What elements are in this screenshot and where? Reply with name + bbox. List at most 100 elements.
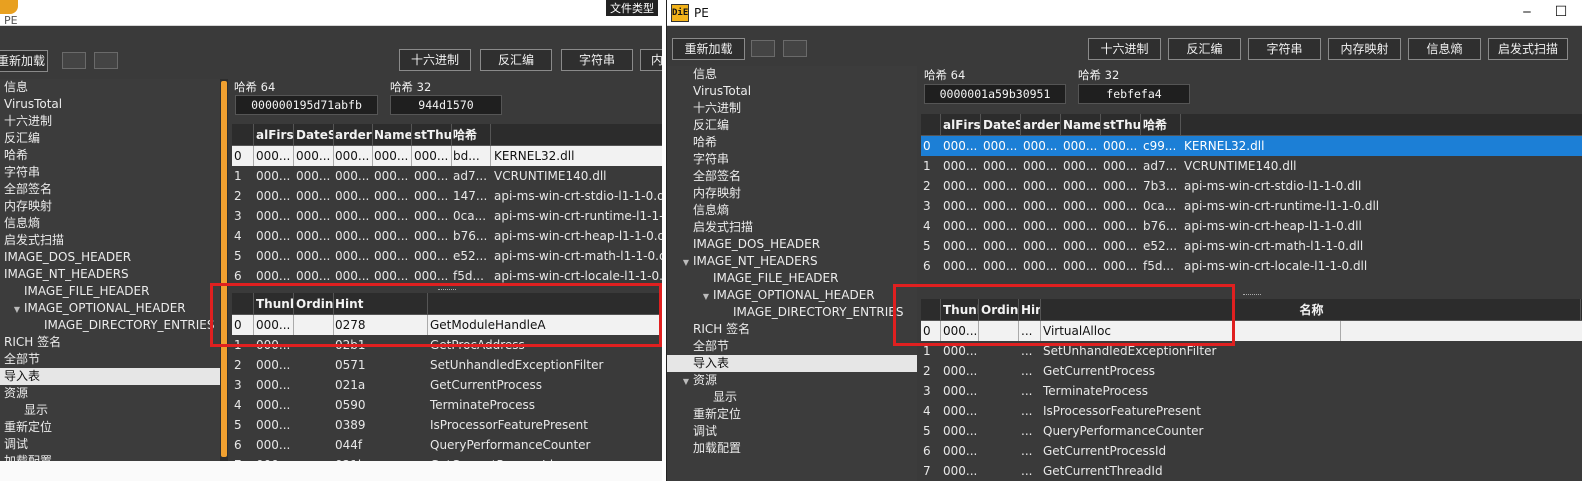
disasm-button[interactable]: 反汇编 xyxy=(1168,38,1241,60)
table-row[interactable]: 0 000...... VirtualAlloc xyxy=(921,321,1582,341)
column-header[interactable] xyxy=(232,293,254,315)
hash32-field[interactable]: febfefa4 xyxy=(1078,84,1190,104)
column-header[interactable]: Hin xyxy=(1019,299,1041,321)
tree-item[interactable]: 显示 xyxy=(0,402,220,419)
column-header[interactable]: DateS xyxy=(981,114,1021,136)
minimize-icon[interactable]: ‒ xyxy=(1516,2,1538,22)
column-header[interactable]: arderC xyxy=(1021,114,1061,136)
table-row[interactable]: 3 000... 021a GetCurrentProcess xyxy=(232,375,662,395)
tree-item[interactable]: 内存映射 xyxy=(667,185,917,202)
column-header[interactable]: Ordina xyxy=(979,299,1019,321)
tree-item[interactable]: 全部节 xyxy=(0,351,220,368)
tree-item[interactable]: 内存映射 xyxy=(0,198,220,215)
tree-item[interactable]: VirusTotal xyxy=(0,96,220,113)
column-header[interactable]: Hint xyxy=(333,293,428,315)
tree-item[interactable]: 十六进制 xyxy=(0,113,220,130)
memmap-button[interactable]: 内 xyxy=(640,49,662,71)
tree-item[interactable]: 哈希 xyxy=(0,147,220,164)
toolbar-blank-button-2[interactable] xyxy=(94,52,118,69)
right-dll-table[interactable]: alFirstDateSarderCNamestThu哈希 0 000... 000.… xyxy=(921,114,1582,278)
tree-item[interactable]: 调试 xyxy=(667,423,917,440)
tree-item[interactable]: ▼ IMAGE_OPTIONAL_HEADER xyxy=(0,300,220,317)
tree-item[interactable]: 导入表 xyxy=(667,355,917,372)
column-header[interactable]: 哈希 xyxy=(1141,114,1181,136)
table-row[interactable]: 4 000... 000... 000... 000... 000... b76... api… xyxy=(232,226,662,246)
memmap-button[interactable]: 内存映射 xyxy=(1328,38,1401,60)
table-row[interactable]: 5 000... 000... 000... 000... 000... e52... api… xyxy=(232,246,662,266)
tree-item[interactable]: 重新定位 xyxy=(0,419,220,436)
toolbar-blank-button-2[interactable] xyxy=(783,40,807,57)
tree-item[interactable]: IMAGE_DIRECTORY_ENTRIES xyxy=(0,317,220,334)
table-row[interactable]: 4 000... 0590 TerminateProcess xyxy=(232,395,662,415)
table-row[interactable]: 1 000... 000... 000... 000... 000... ad7... VCR… xyxy=(921,156,1582,176)
table-row[interactable]: 4 000...... IsProcessorFeaturePresent xyxy=(921,401,1582,421)
column-header[interactable]: Ordina xyxy=(294,293,334,315)
collapse-arrow-icon[interactable]: ▼ xyxy=(679,254,693,271)
column-header[interactable]: Thunk xyxy=(254,293,294,315)
table-row[interactable]: 6 000... 000... 000... 000... 000... f5d... api… xyxy=(232,266,662,286)
tree-item[interactable]: RICH 签名 xyxy=(0,334,220,351)
tree-item[interactable]: 加载配置 xyxy=(667,440,917,457)
tree-item[interactable]: 导入表 xyxy=(0,368,220,385)
table-row[interactable]: 5 000... 0389 IsProcessorFeaturePresent xyxy=(232,415,662,435)
tree-item[interactable]: 反汇编 xyxy=(667,117,917,134)
table-row[interactable]: 0 000... 000... 000... 000... 000... c99... KER… xyxy=(921,136,1582,156)
table-row[interactable]: 1 000...... SetUnhandledExceptionFilter xyxy=(921,341,1582,361)
tree-item[interactable]: ▼ IMAGE_NT_HEADERS xyxy=(667,253,917,270)
tree-item[interactable]: RICH 签名 xyxy=(667,321,917,338)
tree-item[interactable]: ▼ IMAGE_OPTIONAL_HEADER xyxy=(667,287,917,304)
right-splitter[interactable] xyxy=(921,292,1582,298)
tree-item[interactable]: 调试 xyxy=(0,436,220,453)
left-nav-tree[interactable]: 信息 VirusTotal 十六进制 反汇编 哈希 字符串 全部签名 内存映射 信息熵 启发式扫描… xyxy=(0,79,220,481)
tree-item[interactable]: 资源 xyxy=(0,385,220,402)
column-header[interactable]: Name xyxy=(372,124,412,146)
table-row[interactable]: 5 000...... QueryPerformanceCounter xyxy=(921,421,1582,441)
column-header[interactable] xyxy=(921,299,941,321)
tree-item[interactable]: 字符串 xyxy=(0,164,220,181)
column-header[interactable]: arderC xyxy=(333,124,373,146)
tree-item[interactable]: ▼ 资源 xyxy=(667,372,917,389)
left-dll-table[interactable]: alFirstDateSarderCNamestThu哈希0000...000.… xyxy=(232,124,662,287)
table-row[interactable]: 3 000... 000... 000... 000... 000... 0ca... api… xyxy=(232,206,662,226)
tree-item[interactable]: 启发式扫描 xyxy=(667,219,917,236)
collapse-arrow-icon[interactable]: ▼ xyxy=(699,288,713,305)
column-header[interactable]: Thunk xyxy=(941,299,979,321)
table-row[interactable]: 0 000... 0278 GetModuleHandleA xyxy=(232,315,662,335)
tree-item[interactable]: 全部签名 xyxy=(667,168,917,185)
tree-item[interactable]: VirusTotal xyxy=(667,83,917,100)
tree-item[interactable]: IMAGE_DOS_HEADER xyxy=(667,236,917,253)
tree-item[interactable]: 显示 xyxy=(667,389,917,406)
tree-item[interactable]: 信息熵 xyxy=(667,202,917,219)
strings-button[interactable]: 字符串 xyxy=(561,49,633,71)
collapse-arrow-icon[interactable]: ▼ xyxy=(679,373,693,390)
table-row[interactable]: 3 000... 000... 000... 000... 000... 0ca... api… xyxy=(921,196,1582,216)
tree-item[interactable]: 字符串 xyxy=(667,151,917,168)
scrollbar-thumb[interactable] xyxy=(221,81,227,457)
table-row[interactable]: 5 000... 000... 000... 000... 000... e52... api… xyxy=(921,236,1582,256)
reload-button[interactable]: 重新加载 xyxy=(672,38,745,60)
column-header[interactable]: 名称 xyxy=(1041,299,1581,321)
maximize-icon[interactable]: ☐ xyxy=(1550,2,1572,22)
hex-button[interactable]: 十六进制 xyxy=(399,49,471,71)
tree-item[interactable]: 全部节 xyxy=(667,338,917,355)
tree-item[interactable]: 哈希 xyxy=(667,134,917,151)
table-row[interactable]: 2 000... 0571 SetUnhandledExceptionFilter xyxy=(232,355,662,375)
right-func-table[interactable]: ThunkOrdinaHin名称0000......VirtualAlloc10… xyxy=(921,299,1582,481)
entropy-button[interactable]: 信息熵 xyxy=(1408,38,1481,60)
tree-item[interactable]: 全部签名 xyxy=(0,181,220,198)
tree-item[interactable]: IMAGE_DIRECTORY_ENTRIES xyxy=(667,304,917,321)
tree-item[interactable]: 信息熵 xyxy=(0,215,220,232)
column-header[interactable]: stThu xyxy=(412,124,452,146)
tree-item[interactable]: IMAGE_DOS_HEADER xyxy=(0,249,220,266)
column-header[interactable] xyxy=(232,124,254,146)
hash64-field[interactable]: 000000195d71abfb xyxy=(235,95,378,115)
tree-item[interactable]: 启发式扫描 xyxy=(0,232,220,249)
table-row[interactable]: 1 000... 000... 000... 000... 000... ad7... VCR… xyxy=(232,166,662,186)
column-header[interactable]: DateS xyxy=(294,124,334,146)
table-row[interactable]: 6 000...... GetCurrentProcessId xyxy=(921,441,1582,461)
table-row[interactable]: 2 000...... GetCurrentProcess xyxy=(921,361,1582,381)
table-row[interactable]: 2 000... 000... 000... 000... 000... 147... api… xyxy=(232,186,662,206)
table-row[interactable]: 4 000... 000... 000... 000... 000... b76... api… xyxy=(921,216,1582,236)
tree-item[interactable]: IMAGE_NT_HEADERS xyxy=(0,266,220,283)
left-tree-scrollbar[interactable] xyxy=(220,79,228,461)
